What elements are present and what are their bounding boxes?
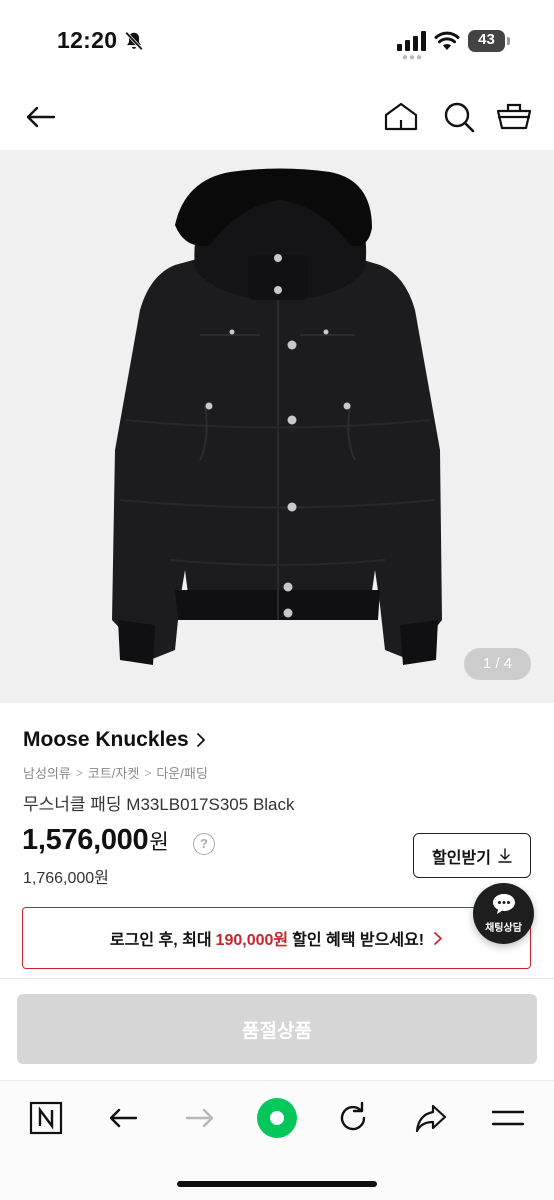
- price-help-icon[interactable]: ?: [193, 833, 215, 855]
- price: 1,576,000 원: [22, 824, 169, 857]
- naver-n-icon[interactable]: [28, 1100, 64, 1136]
- chevron-right-icon: >: [144, 765, 152, 780]
- promo-text-after: 할인 혜택 받으세요!: [292, 932, 425, 949]
- sale-price: 1,576,000: [22, 824, 149, 856]
- brand-name: Moose Knuckles: [23, 728, 189, 751]
- cellular-signal-icon: [397, 31, 426, 51]
- chat-bubble-icon: [493, 894, 515, 914]
- breadcrumb-item[interactable]: 다운/패딩: [156, 763, 207, 782]
- naver-home-button[interactable]: [257, 1098, 297, 1138]
- download-icon: [498, 848, 512, 863]
- home-icon[interactable]: [383, 99, 419, 135]
- promo-amount: 190,000원: [215, 932, 289, 949]
- coupon-label: 할인받기: [432, 849, 491, 867]
- promo-text-before: 로그인 후, 최대: [109, 932, 212, 949]
- home-indicator: [177, 1181, 377, 1187]
- chevron-right-icon: [434, 931, 442, 945]
- jacket-image: [112, 168, 442, 665]
- page-header: [0, 88, 554, 146]
- status-time: 12:20: [57, 27, 118, 53]
- breadcrumb-item[interactable]: 남성의류: [23, 763, 71, 782]
- arrow-left-icon[interactable]: [22, 99, 58, 135]
- browser-back-icon[interactable]: [105, 1100, 141, 1136]
- breadcrumb: 남성의류 > 코트/자켓 > 다운/패딩: [23, 763, 208, 782]
- chevron-right-icon: [196, 733, 205, 747]
- menu-icon[interactable]: [490, 1100, 526, 1136]
- price-unit: 원: [149, 831, 169, 854]
- chevron-right-icon: >: [75, 765, 83, 780]
- refresh-icon[interactable]: [335, 1100, 371, 1136]
- original-price: 1,766,000원: [23, 870, 109, 887]
- product-name: 무스너클 패딩 M33LB017S305 Black: [23, 795, 295, 814]
- divider: [0, 978, 554, 979]
- chat-consult-label: 채팅상담: [485, 923, 522, 934]
- login-promo-banner[interactable]: 로그인 후, 최대 190,000원 할인 혜택 받으세요!: [22, 907, 531, 969]
- status-bar: 12:20 43 ●●●: [0, 0, 554, 82]
- image-counter: 1 / 4: [464, 648, 531, 680]
- breadcrumb-item[interactable]: 코트/자켓: [88, 763, 139, 782]
- bell-off-icon: [125, 31, 143, 51]
- soldout-button[interactable]: 품절상품: [17, 994, 537, 1064]
- status-dots: ●●●: [402, 52, 424, 63]
- basket-icon[interactable]: [496, 98, 532, 134]
- wifi-icon: [434, 31, 460, 50]
- brand-link[interactable]: Moose Knuckles: [23, 728, 207, 752]
- coupon-download-button[interactable]: 할인받기: [413, 833, 531, 878]
- search-icon[interactable]: [441, 99, 477, 135]
- chat-consult-button[interactable]: 채팅상담: [473, 883, 534, 944]
- share-icon[interactable]: [413, 1100, 449, 1136]
- battery-level: 43: [478, 31, 495, 48]
- naver-home-dot: [270, 1111, 284, 1125]
- browser-forward-icon[interactable]: [182, 1100, 218, 1136]
- product-image[interactable]: [0, 150, 554, 703]
- battery-icon: 43: [468, 30, 510, 52]
